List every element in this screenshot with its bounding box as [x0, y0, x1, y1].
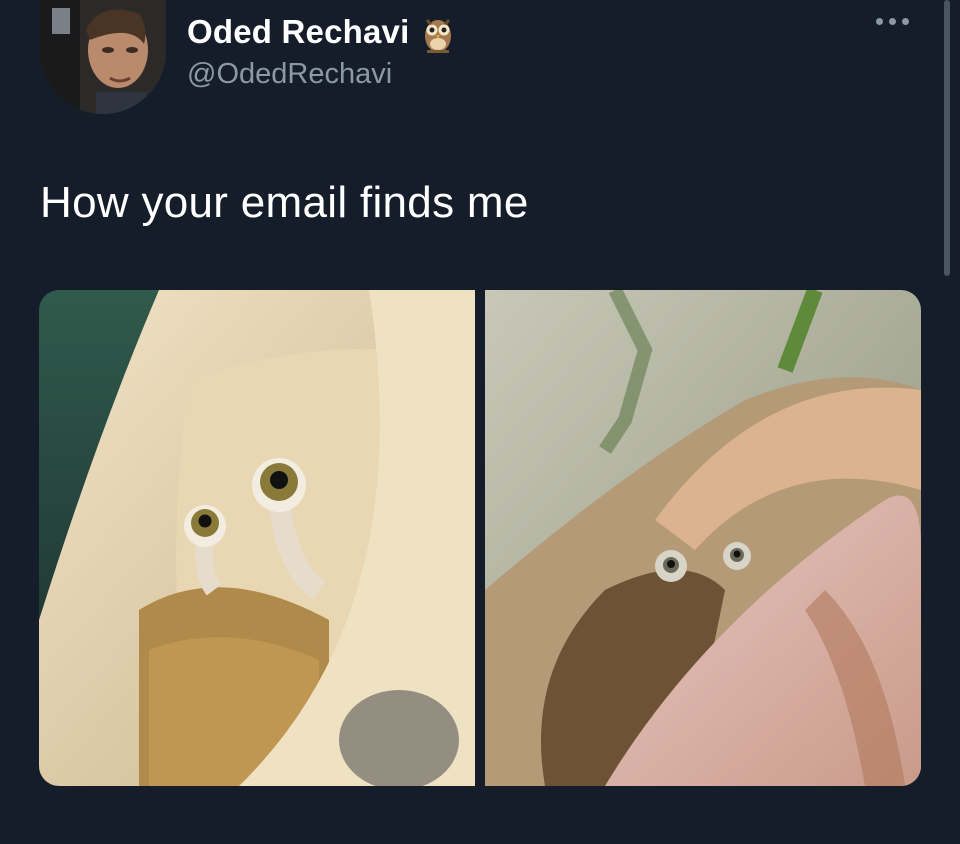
tweet-text: How your email finds me: [40, 178, 529, 227]
dot: [902, 18, 909, 25]
owl-icon: [425, 19, 452, 53]
snail-in-shell-photo-1: [39, 290, 475, 786]
snail-in-shell-photo-2: [485, 290, 921, 786]
scrollbar[interactable]: [944, 0, 950, 276]
avatar[interactable]: [40, 0, 166, 114]
media-image-1[interactable]: [39, 290, 475, 786]
author-name-row[interactable]: Oded Rechavi: [187, 10, 455, 54]
media-image-2[interactable]: [485, 290, 921, 786]
dot: [876, 18, 883, 25]
tweet-media[interactable]: [39, 290, 921, 786]
more-options-icon[interactable]: [876, 18, 909, 25]
author-handle[interactable]: @OdedRechavi: [187, 58, 392, 91]
author-display-name[interactable]: Oded Rechavi: [187, 13, 409, 51]
dot: [889, 18, 896, 25]
avatar-photo: [40, 0, 166, 114]
